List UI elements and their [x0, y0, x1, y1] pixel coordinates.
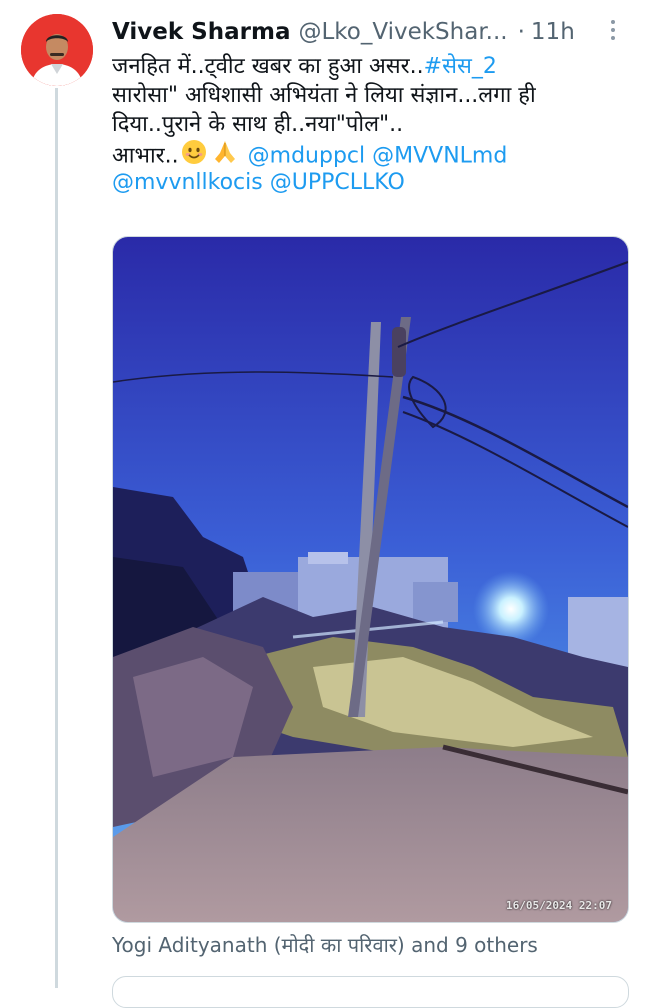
tweet-line-2: सारोसा" अधिशासी अभियंता ने लिया संज्ञान.…: [112, 83, 536, 108]
mention-link[interactable]: @mvvnllkocis: [112, 170, 263, 195]
tweet-header: Vivek Sharma @Lko_VivekShar... · 11h: [112, 14, 632, 50]
photo-timestamp: 16/05/2024 22:07: [506, 899, 612, 912]
tweet-line-1: जनहित में..ट्वीट खबर का हुआ असर..#सेस_2: [112, 52, 632, 81]
mention-link[interactable]: @UPPCLLKO: [270, 170, 405, 195]
hashtag-link[interactable]: #सेस_2: [424, 54, 497, 79]
more-vertical-icon[interactable]: [603, 16, 623, 46]
tweet-time[interactable]: 11h: [531, 19, 575, 45]
next-card-edge: [112, 976, 629, 1008]
tweet-line-5: @mvvnllkocis @UPPCLLKO: [112, 168, 632, 197]
liked-by-text[interactable]: Yogi Adityanath (मोदी का परिवार) and 9 o…: [112, 931, 538, 958]
mention-link[interactable]: @MVVNLmd: [372, 144, 507, 169]
tweet-text-fragment: आभार..: [112, 143, 179, 169]
tweet-line-4: आभार.. @mduppcl @MVVNLmd: [112, 139, 632, 169]
author-name[interactable]: Vivek Sharma: [112, 19, 290, 45]
tweet-text: जनहित में..ट्वीट खबर का हुआ असर..#सेस_2 …: [112, 52, 632, 197]
avatar[interactable]: [21, 14, 93, 86]
tweet-line-3: दिया..पुराने के साथ ही..नया"पोल"..: [112, 112, 404, 137]
separator-dot: ·: [517, 19, 525, 45]
tweet-text-fragment: जनहित में..ट्वीट खबर का हुआ असर..: [112, 54, 424, 79]
mention-link[interactable]: @mduppcl: [248, 144, 365, 169]
author-handle[interactable]: @Lko_VivekShar...: [298, 19, 507, 45]
tweet-photo[interactable]: 16/05/2024 22:07: [112, 236, 629, 923]
thread-connector-line: [55, 88, 58, 988]
